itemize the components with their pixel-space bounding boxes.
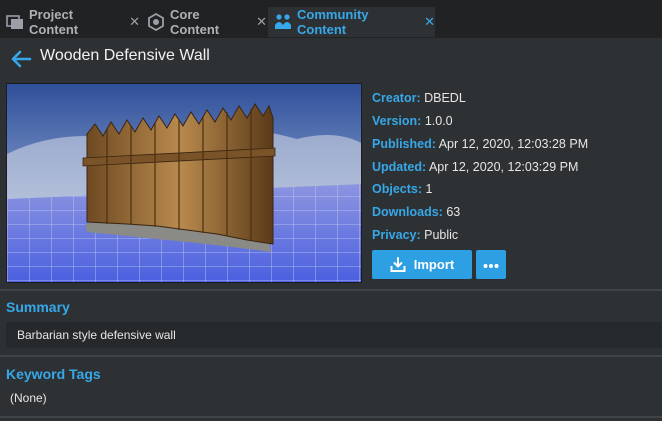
back-arrow-icon[interactable] bbox=[10, 49, 32, 69]
tab-label: Core Content bbox=[170, 7, 220, 37]
tab-community-content[interactable]: Community Content ✕ bbox=[268, 7, 435, 37]
tab-label: Community Content bbox=[297, 7, 369, 37]
import-label: Import bbox=[413, 257, 455, 272]
summary-heading: Summary bbox=[6, 299, 70, 315]
page-header: Wooden Defensive Wall bbox=[0, 38, 662, 80]
detail-published: Published: Apr 12, 2020, 12:03:28 PM bbox=[372, 137, 589, 151]
divider bbox=[0, 416, 662, 418]
divider bbox=[0, 355, 662, 357]
core-content-icon bbox=[147, 13, 165, 31]
download-icon bbox=[390, 256, 406, 273]
detail-privacy: Privacy: Public bbox=[372, 228, 459, 242]
tab-bar: Project Content ✕ Core Content ✕ Communi… bbox=[0, 0, 662, 38]
page-title: Wooden Defensive Wall bbox=[40, 47, 210, 64]
detail-downloads: Downloads: 63 bbox=[372, 205, 461, 219]
tab-label: Project Content bbox=[29, 7, 79, 37]
ellipsis-icon bbox=[483, 256, 499, 274]
asset-preview-image bbox=[6, 83, 362, 283]
detail-version: Version: 1.0.0 bbox=[372, 114, 453, 128]
keyword-tags-value: (None) bbox=[10, 391, 47, 405]
keyword-tags-heading: Keyword Tags bbox=[6, 366, 101, 382]
divider bbox=[0, 289, 662, 291]
tab-core-content[interactable]: Core Content ✕ bbox=[141, 7, 267, 37]
tab-project-content[interactable]: Project Content ✕ bbox=[0, 7, 140, 37]
import-button[interactable]: Import bbox=[372, 250, 472, 279]
community-content-icon bbox=[274, 13, 292, 31]
close-icon[interactable]: ✕ bbox=[129, 14, 140, 30]
detail-objects: Objects: 1 bbox=[372, 182, 433, 196]
close-icon[interactable]: ✕ bbox=[424, 14, 435, 30]
summary-text: Barbarian style defensive wall bbox=[6, 322, 662, 348]
close-icon[interactable]: ✕ bbox=[256, 14, 267, 30]
detail-updated: Updated: Apr 12, 2020, 12:03:29 PM bbox=[372, 160, 579, 174]
project-content-icon bbox=[6, 13, 24, 31]
more-options-button[interactable] bbox=[476, 250, 506, 279]
detail-creator: Creator: DBEDL bbox=[372, 91, 466, 105]
